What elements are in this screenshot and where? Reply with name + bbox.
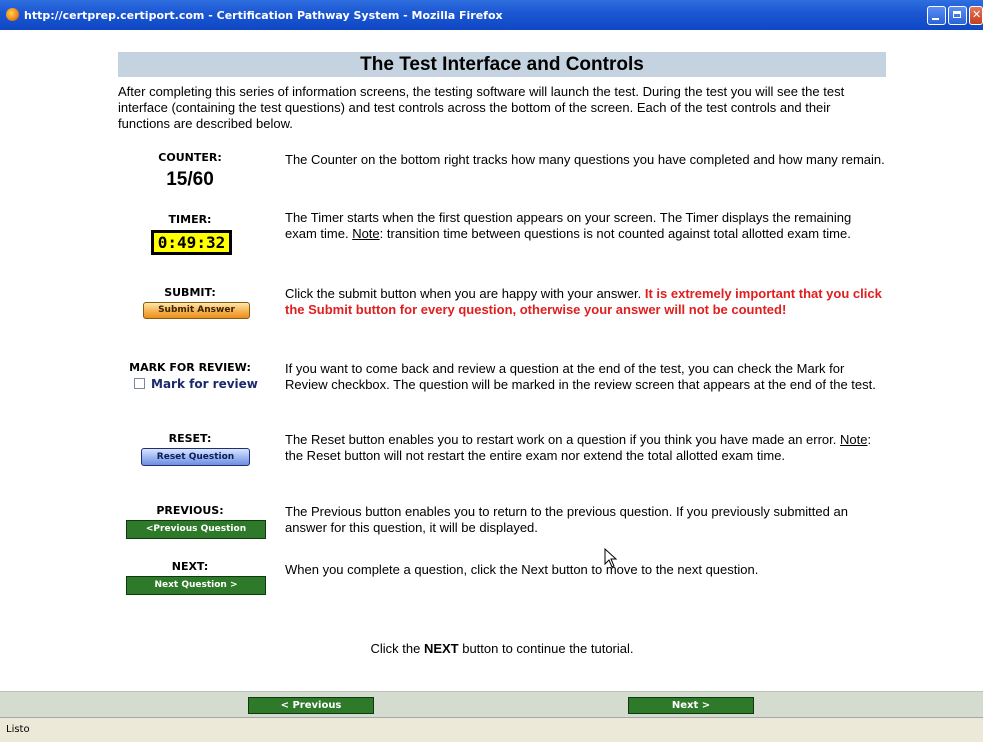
checkbox-icon[interactable] [134,378,145,389]
next-button[interactable]: Next > [628,697,754,714]
mark-for-review-label: MARK FOR REVIEW: [129,361,251,374]
reset-question-button[interactable]: Reset Question [141,448,250,466]
next-description: When you complete a question, click the … [285,562,759,577]
minimize-icon[interactable] [927,6,946,25]
close-icon[interactable] [969,6,983,25]
counter-label: COUNTER: [158,151,222,164]
footer-text-post: button to continue the tutorial. [458,641,634,656]
timer-desc-text-2: : transition time between questions is n… [379,226,851,241]
timer-description: The Timer starts when the first question… [285,210,885,242]
timer-label: TIMER: [168,213,212,226]
submit-answer-button[interactable]: Submit Answer [143,302,250,319]
mouse-cursor-icon [604,548,618,568]
timer-note-label: Note [352,226,380,241]
timer-display: 0:49:32 [151,230,232,255]
mark-for-review-checkbox[interactable]: Mark for review [134,377,258,391]
reset-label: RESET: [168,432,212,445]
counter-description: The Counter on the bottom right tracks h… [285,152,885,167]
mark-for-review-checkbox-label: Mark for review [151,377,258,391]
firefox-icon [6,8,19,21]
reset-desc-text: The Reset button enables you to restart … [285,432,840,447]
counter-value: 15/60 [166,169,214,190]
footer-text-bold: NEXT [423,641,459,656]
navigation-bar: < Previous Next > [0,691,983,717]
footer-instruction: Click the NEXT button to continue the tu… [118,641,886,656]
intro-text: After completing this series of informat… [118,84,845,131]
page-content: The Test Interface and Controls After co… [0,30,983,691]
page-title: The Test Interface and Controls [118,52,886,77]
maximize-icon[interactable] [948,6,967,25]
window-title: http://certprep.certiport.com - Certific… [24,9,503,22]
reset-description: The Reset button enables you to restart … [285,432,885,464]
window-titlebar: http://certprep.certiport.com - Certific… [0,0,983,30]
next-question-button[interactable]: Next Question > [126,576,266,595]
footer-text-pre: Click the [370,641,424,656]
submit-description: Click the submit button when you are hap… [285,286,885,318]
reset-note-label: Note [840,432,868,447]
status-bar: Listo [0,717,983,742]
previous-description: The Previous button enables you to retur… [285,504,848,535]
previous-button[interactable]: < Previous [248,697,374,714]
mark-for-review-description: If you want to come back and review a qu… [285,361,876,392]
previous-label: PREVIOUS: [156,504,224,517]
next-label: NEXT: [171,560,209,573]
previous-question-button[interactable]: <Previous Question [126,520,266,539]
submit-label: SUBMIT: [164,286,216,299]
status-text: Listo [6,724,30,735]
submit-desc-text: Click the submit button when you are hap… [285,286,645,301]
